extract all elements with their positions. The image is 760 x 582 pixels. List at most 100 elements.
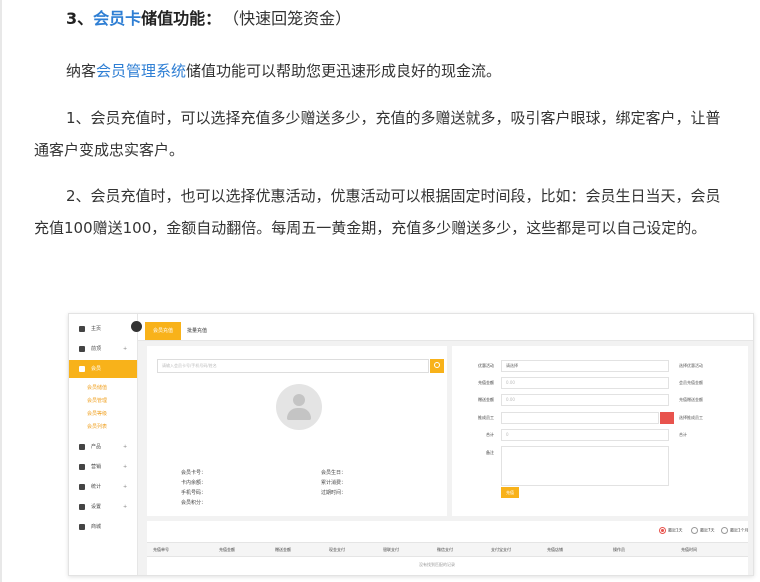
column-header: 赠送金额 [275,547,291,552]
total-spend-label: 累计消费： [321,480,347,486]
filter-7-days[interactable]: 最近7天 [691,527,715,534]
point-2-text: 2、会员充值时，也可以选择优惠活动，优惠活动可以根据固定时间段，比如：会员生日当… [34,187,721,237]
shield-icon [79,346,85,352]
expand-plus: + [123,484,128,490]
recharge-screenshot: 主页 前顶 + 会员 会员储值 会员管理 会员等级 会员列表 产品 + 营销 + 统计… [68,313,754,576]
chart-icon [79,484,85,490]
sidebar-label: 商城 [91,524,102,530]
radio-dot [691,527,698,534]
sidebar-item-member[interactable]: 会员 [69,360,137,378]
sidebar-label: 设置 [91,504,102,510]
expand-plus: + [123,346,128,352]
sum-label: 合计 [486,432,494,437]
recharge-submit-button[interactable]: 充值 [501,487,519,498]
gift-amount-label: 赠送金额 [478,397,494,402]
remark-label: 备注 [486,450,494,455]
card-number-label: 会员卡号： [181,470,207,476]
intro-prefix: 纳客 [66,62,97,80]
recharge-amount-value: 0.00 [506,380,515,385]
search-placeholder: 请输入会员卡号/手机号码/姓名 [162,363,217,368]
heading-number: 3、 [66,9,94,28]
point-1-text: 1、会员充值时，可以选择充值多少赠送多少，充值的多赠送就多，吸引客户眼球，绑定客… [34,109,721,159]
column-header: 充值单号 [153,547,169,552]
member-search-input[interactable]: 请输入会员卡号/手机号码/姓名 [157,359,429,373]
staff-select-button[interactable] [660,412,674,424]
column-header: 充值时间 [681,547,697,552]
filter-label: 最近1个月 [730,527,749,533]
column-header: 充值金额 [219,547,235,552]
app-sidebar: 主页 前顶 + 会员 会员储值 会员管理 会员等级 会员列表 产品 + 营销 + 统计… [69,314,138,575]
sidebar-label: 营销 [91,464,102,470]
expire-label: 过期时间： [321,490,347,496]
sidebar-label: 主页 [91,326,102,332]
sidebar-label: 产品 [91,444,102,450]
promo-hint: 选择优惠活动 [679,363,703,368]
filter-1-day[interactable]: 最近1天 [659,527,683,534]
paragraph-point-1: 1、会员充值时，可以选择充值多少赠送多少，充值的多赠送就多，吸引客户眼球，绑定客… [34,102,734,166]
sidebar-item-home[interactable]: 主页 [69,320,137,338]
paragraph-point-2: 2、会员充值时，也可以选择优惠活动，优惠活动可以根据固定时间段，比如：会员生日当… [34,180,734,244]
sum-hint: 合计 [679,432,687,437]
radio-dot [659,527,666,534]
promo-select[interactable]: 请选择 [501,360,669,372]
sidebar-label: 会员 [91,366,102,372]
sum-field: 0 [501,429,669,441]
section-heading: 3、会员卡储值功能： （快速回笼资金） [66,7,351,31]
birthday-label: 会员生日： [321,470,347,476]
sidebar-label: 前顶 [91,346,102,352]
staff-input[interactable] [501,412,659,424]
box-icon [79,444,85,450]
sidebar-item-settings[interactable]: 设置 + [69,498,137,516]
gift-amount-input[interactable]: 0.00 [501,394,669,406]
membership-card-link[interactable]: 会员卡 [93,9,141,28]
sidebar-item-marketing[interactable]: 营销 + [69,458,137,476]
recharge-amount-input[interactable]: 0.00 [501,377,669,389]
submenu-manage[interactable]: 会员管理 [87,397,107,404]
tab-batch-recharge[interactable]: 批量充值 [179,322,215,340]
heading-title: 储值功能： [141,9,222,28]
filter-label: 最近7天 [700,527,715,533]
filter-1-month[interactable]: 最近1个月 [721,527,749,534]
filter-label: 最近1天 [668,527,683,533]
balance-label: 卡内余额： [181,480,207,486]
submenu-recharge[interactable]: 会员储值 [87,384,107,391]
sidebar-label: 统计 [91,484,102,490]
tag-icon [79,464,85,470]
intro-suffix: 储值功能可以帮助您更迅速形成良好的现金流。 [186,62,502,80]
phone-label: 手机号码： [181,490,207,496]
tab-member-recharge[interactable]: 会员充值 [145,322,182,340]
submenu-list[interactable]: 会员列表 [87,423,107,430]
recharge-amount-hint: 会员充值金额 [679,380,703,385]
sidebar-item-stats[interactable]: 统计 + [69,478,137,496]
gift-amount-hint: 充值赠送金额 [679,397,703,402]
column-header: 微信支付 [437,547,453,552]
left-border [0,0,2,582]
menu-icon[interactable] [131,321,142,332]
member-system-link[interactable]: 会员管理系统 [96,62,186,80]
remark-textarea[interactable] [501,446,669,486]
sum-value: 0 [506,432,509,437]
expand-plus: + [123,444,128,450]
points-label: 会员积分： [181,500,207,506]
column-header: 充值店铺 [547,547,563,552]
empty-records-message: 没有找到匹配的记录 [419,562,455,567]
promo-label: 优惠活动 [478,363,494,368]
sidebar-item-product[interactable]: 产品 + [69,438,137,456]
search-button[interactable] [430,359,444,373]
expand-plus: + [123,504,128,510]
heading-note: （快速回笼资金） [231,9,352,28]
staff-label: 推成员工 [478,415,494,420]
sidebar-item-2[interactable]: 前顶 + [69,340,137,358]
paragraph-intro: 纳客会员管理系统储值功能可以帮助您更迅速形成良好的现金流。 [34,55,734,87]
column-header: 银联支付 [383,547,399,552]
radio-dot [721,527,728,534]
home-icon [79,326,85,332]
column-header: 支付宝支付 [491,547,511,552]
expand-plus: + [123,464,128,470]
submenu-level[interactable]: 会员等级 [87,410,107,417]
promo-value: 请选择 [506,363,518,368]
gift-amount-value: 0.00 [506,397,515,402]
sidebar-item-shop[interactable]: 商城 [69,518,137,536]
staff-hint: 选择推成员工 [679,415,703,420]
column-header: 现金支付 [329,547,345,552]
